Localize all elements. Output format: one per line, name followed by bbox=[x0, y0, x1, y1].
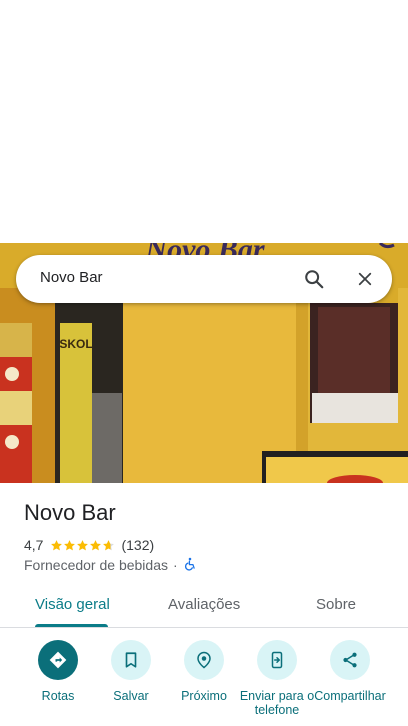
place-title: Novo Bar bbox=[24, 500, 116, 525]
directions-button[interactable]: Rotas bbox=[18, 640, 98, 703]
tab-bar: Visão geral Avaliações Sobre bbox=[0, 582, 408, 628]
active-tab-indicator bbox=[35, 624, 108, 627]
directions-label: Rotas bbox=[41, 689, 75, 703]
star-icon bbox=[64, 539, 76, 550]
star-rating bbox=[50, 539, 115, 552]
search-bar[interactable]: Novo Bar bbox=[16, 255, 392, 303]
send-to-phone-label: Enviar para o telefone bbox=[239, 689, 315, 717]
separator: · bbox=[173, 557, 178, 573]
search-icon[interactable] bbox=[298, 263, 330, 295]
send-to-phone-button[interactable]: Enviar para o telefone bbox=[237, 640, 317, 717]
category-row: Fornecedor de bebidas · bbox=[24, 556, 197, 574]
rating-value: 4,7 bbox=[24, 537, 44, 553]
tab-reviews[interactable]: Avaliações bbox=[168, 596, 240, 613]
share-label: Compartilhar bbox=[314, 689, 386, 703]
save-button[interactable]: Salvar bbox=[91, 640, 171, 703]
category-label: Fornecedor de bebidas bbox=[24, 557, 168, 573]
bookmark-icon bbox=[111, 640, 151, 680]
close-icon[interactable] bbox=[349, 263, 381, 295]
directions-icon bbox=[38, 640, 78, 680]
star-icon bbox=[51, 539, 63, 550]
review-count[interactable]: (132) bbox=[121, 537, 154, 553]
wheelchair-icon bbox=[183, 557, 197, 574]
rating-row[interactable]: 4,7 (132) bbox=[24, 536, 154, 554]
nearby-button[interactable]: Próximo bbox=[164, 640, 244, 703]
crate-text: SKOL bbox=[59, 337, 92, 351]
action-bar: Rotas Salvar Próximo Enviar para o telef… bbox=[0, 640, 408, 726]
share-button[interactable]: Compartilhar bbox=[310, 640, 390, 703]
map-area[interactable] bbox=[0, 0, 408, 243]
tab-overview[interactable]: Visão geral bbox=[35, 596, 110, 613]
search-input[interactable]: Novo Bar bbox=[40, 269, 103, 286]
star-icon bbox=[77, 539, 89, 550]
star-icon bbox=[90, 539, 102, 550]
share-icon bbox=[330, 640, 370, 680]
tab-about[interactable]: Sobre bbox=[316, 596, 356, 613]
save-label: Salvar bbox=[113, 689, 149, 703]
send-to-phone-icon bbox=[257, 640, 297, 680]
nearby-icon bbox=[184, 640, 224, 680]
nearby-label: Próximo bbox=[181, 689, 227, 703]
star-icon bbox=[103, 539, 115, 550]
